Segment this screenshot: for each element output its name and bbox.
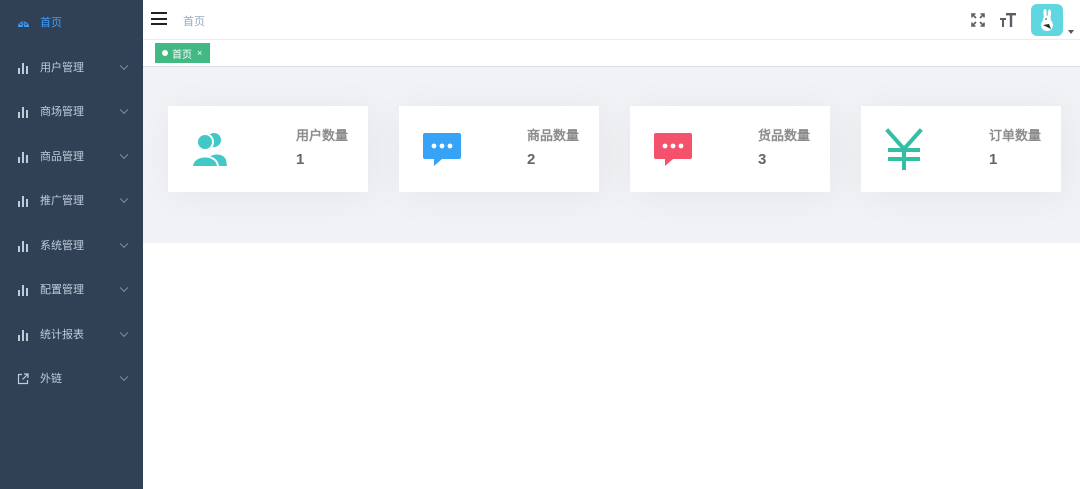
avatar[interactable] [1031, 4, 1063, 36]
yen-icon [883, 128, 925, 170]
chart-icon [16, 104, 30, 119]
sidebar-item-external-links[interactable]: 外链 [0, 356, 143, 401]
fullscreen-icon[interactable] [963, 0, 993, 40]
chart-icon [16, 327, 30, 341]
card-value: 2 [527, 151, 536, 168]
card-goods-count[interactable]: 商品数量 2 [399, 106, 599, 192]
sidebar-item-label: 配置管理 [40, 284, 84, 297]
chevron-down-icon [119, 105, 129, 115]
sidebar-item-label: 推广管理 [40, 195, 84, 208]
card-product-count[interactable]: 货品数量 3 [630, 106, 830, 192]
sidebar-item-label: 首页 [40, 17, 62, 30]
breadcrumb[interactable]: 首页 [183, 13, 205, 29]
sidebar-item-promotion-management[interactable]: 推广管理 [0, 178, 143, 223]
sidebar-item-label: 用户管理 [40, 61, 84, 74]
message-icon [652, 128, 694, 170]
sidebar-item-user-management[interactable]: 用户管理 [0, 45, 143, 90]
chevron-down-icon [119, 328, 129, 337]
font-size-icon[interactable] [993, 0, 1023, 40]
close-icon[interactable]: × [197, 48, 202, 58]
app: 首页 用户管理 商场管理 商品管理 推广管理 系统管理 配置管理 统计报表 外链… [0, 0, 1080, 489]
panel-group: 用户数量 1 商品数量 2 货品数量 3 订单数量 1 [143, 67, 1080, 243]
card-value: 1 [296, 151, 305, 168]
card-title: 商品数量 [527, 128, 580, 143]
sidebar: 首页 用户管理 商场管理 商品管理 推广管理 系统管理 配置管理 统计报表 外链 [0, 0, 143, 489]
chevron-down-icon [119, 150, 129, 159]
chevron-down-icon [119, 283, 129, 293]
tag-label: 首页 [172, 49, 192, 61]
card-order-count[interactable]: 订单数量 1 [861, 106, 1061, 192]
chart-icon [16, 282, 30, 297]
sidebar-item-label: 外链 [40, 373, 62, 386]
card-title: 货品数量 [758, 128, 811, 143]
chevron-down-icon [119, 194, 129, 204]
sidebar-item-label: 统计报表 [40, 328, 84, 341]
sidebar-item-system-management[interactable]: 系统管理 [0, 223, 143, 268]
sidebar-item-config-management[interactable]: 配置管理 [0, 267, 143, 312]
chevron-down-icon [119, 239, 129, 248]
chart-icon [16, 193, 30, 208]
sidebar-item-statistics-reports[interactable]: 统计报表 [0, 312, 143, 357]
caret-down-icon [1068, 30, 1074, 34]
card-user-count[interactable]: 用户数量 1 [168, 106, 368, 192]
active-dot-icon [162, 50, 168, 56]
sidebar-item-label: 系统管理 [40, 239, 84, 252]
chevron-down-icon [119, 61, 129, 70]
sidebar-item-label: 商品管理 [40, 150, 84, 163]
hamburger-icon[interactable] [151, 12, 167, 25]
tag-home[interactable]: 首页 × [155, 43, 211, 63]
right-menu [963, 0, 1080, 40]
chart-icon [16, 60, 30, 74]
external-link-icon [16, 371, 30, 385]
card-title: 用户数量 [296, 128, 349, 143]
sidebar-item-home[interactable]: 首页 [0, 0, 143, 45]
chart-icon [16, 238, 30, 252]
card-value: 1 [989, 151, 998, 168]
tags-view: 首页 × [143, 40, 1080, 67]
users-icon [190, 128, 232, 170]
chevron-down-icon [119, 372, 129, 382]
navbar: 首页 [143, 0, 1080, 40]
avatar-dropdown[interactable] [1031, 4, 1074, 36]
sidebar-item-goods-management[interactable]: 商品管理 [0, 134, 143, 179]
card-title: 订单数量 [989, 128, 1042, 143]
sidebar-item-mall-management[interactable]: 商场管理 [0, 89, 143, 134]
sidebar-item-label: 商场管理 [40, 106, 84, 119]
message-icon [421, 128, 463, 170]
dashboard-icon [16, 15, 30, 29]
card-value: 3 [758, 151, 767, 168]
chart-icon [16, 149, 30, 163]
